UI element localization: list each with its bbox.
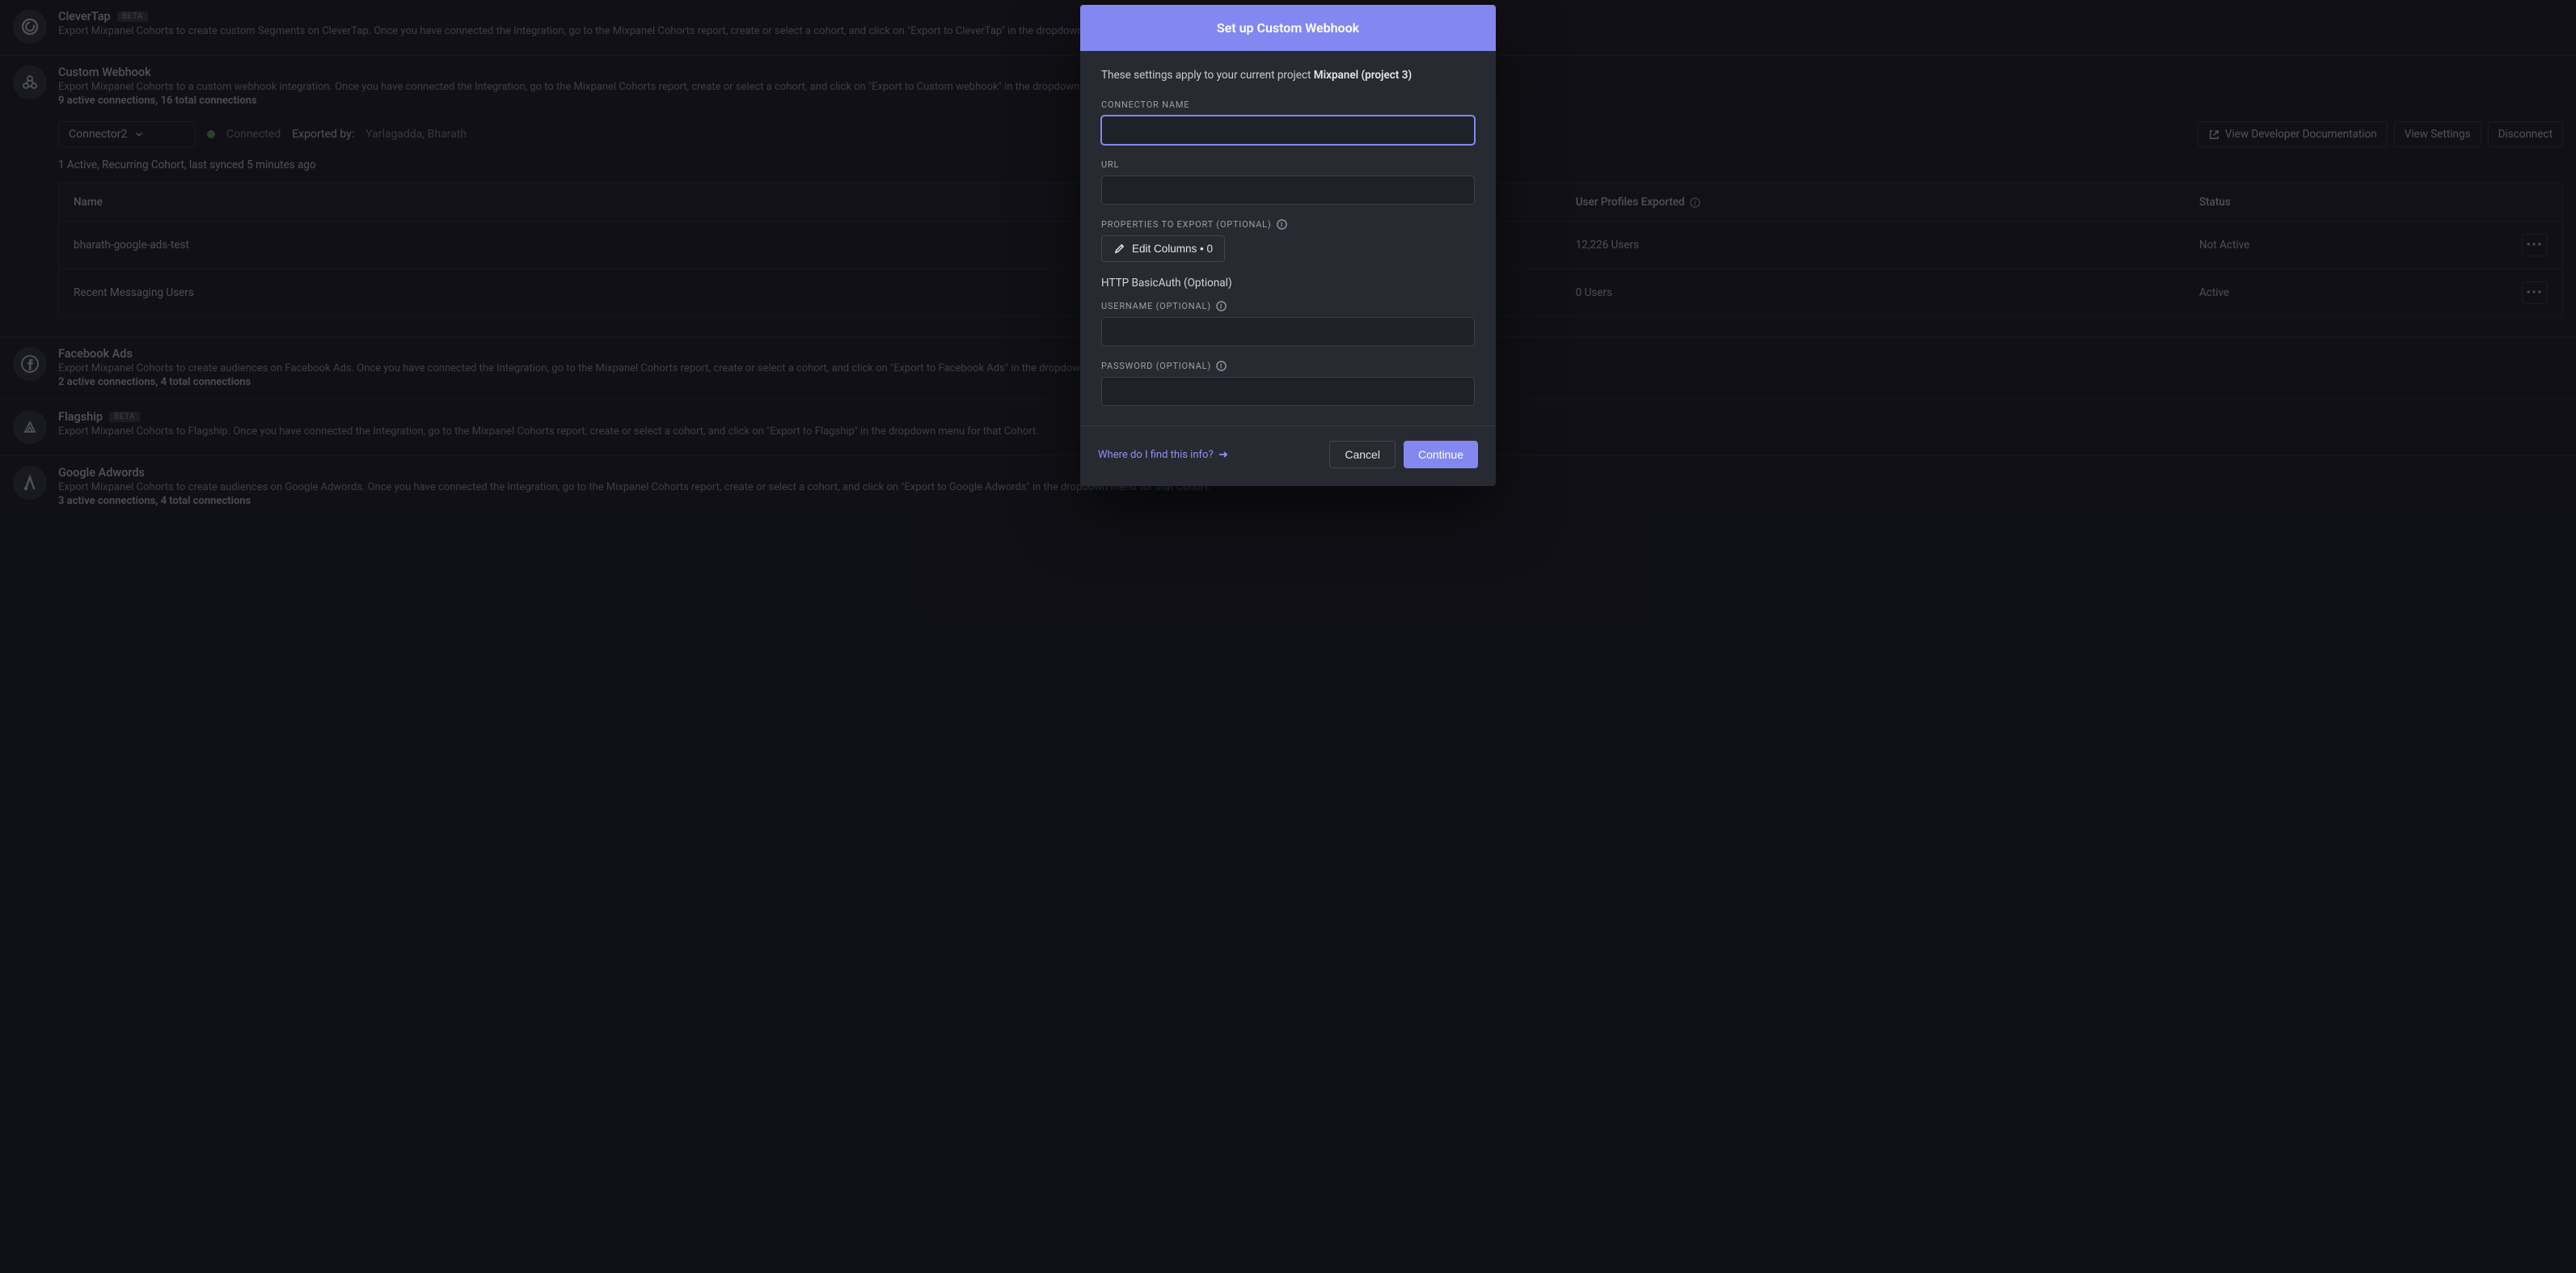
pencil-icon (1113, 243, 1125, 255)
setup-webhook-modal: Set up Custom Webhook These settings app… (1080, 5, 1496, 486)
arrow-right-icon (1218, 450, 1228, 459)
svg-text:i: i (1220, 302, 1223, 311)
help-link-label: Where do I find this info? (1098, 449, 1214, 461)
url-input[interactable] (1101, 176, 1475, 205)
password-input[interactable] (1101, 377, 1475, 406)
cancel-button[interactable]: Cancel (1329, 441, 1396, 468)
url-label: URL (1101, 159, 1475, 170)
project-context: These settings apply to your current pro… (1101, 69, 1475, 82)
properties-label: PROPERTIES TO EXPORT (OPTIONAL) i (1101, 219, 1475, 230)
connector-name-label: CONNECTOR NAME (1101, 99, 1475, 110)
edit-columns-button[interactable]: Edit Columns • 0 (1101, 235, 1225, 262)
info-icon: i (1277, 219, 1287, 230)
svg-text:i: i (1220, 362, 1223, 370)
help-link[interactable]: Where do I find this info? (1098, 449, 1228, 461)
edit-columns-label: Edit Columns • 0 (1132, 243, 1213, 255)
modal-title: Set up Custom Webhook (1080, 5, 1496, 51)
info-icon: i (1216, 301, 1227, 311)
continue-button[interactable]: Continue (1404, 441, 1478, 468)
svg-text:i: i (1280, 221, 1282, 229)
username-input[interactable] (1101, 317, 1475, 346)
password-label: PASSWORD (OPTIONAL) i (1101, 361, 1475, 371)
basic-auth-heading: HTTP BasicAuth (Optional) (1101, 277, 1475, 290)
info-icon: i (1216, 361, 1227, 371)
connector-name-input[interactable] (1101, 116, 1475, 145)
username-label: USERNAME (OPTIONAL) i (1101, 301, 1475, 311)
